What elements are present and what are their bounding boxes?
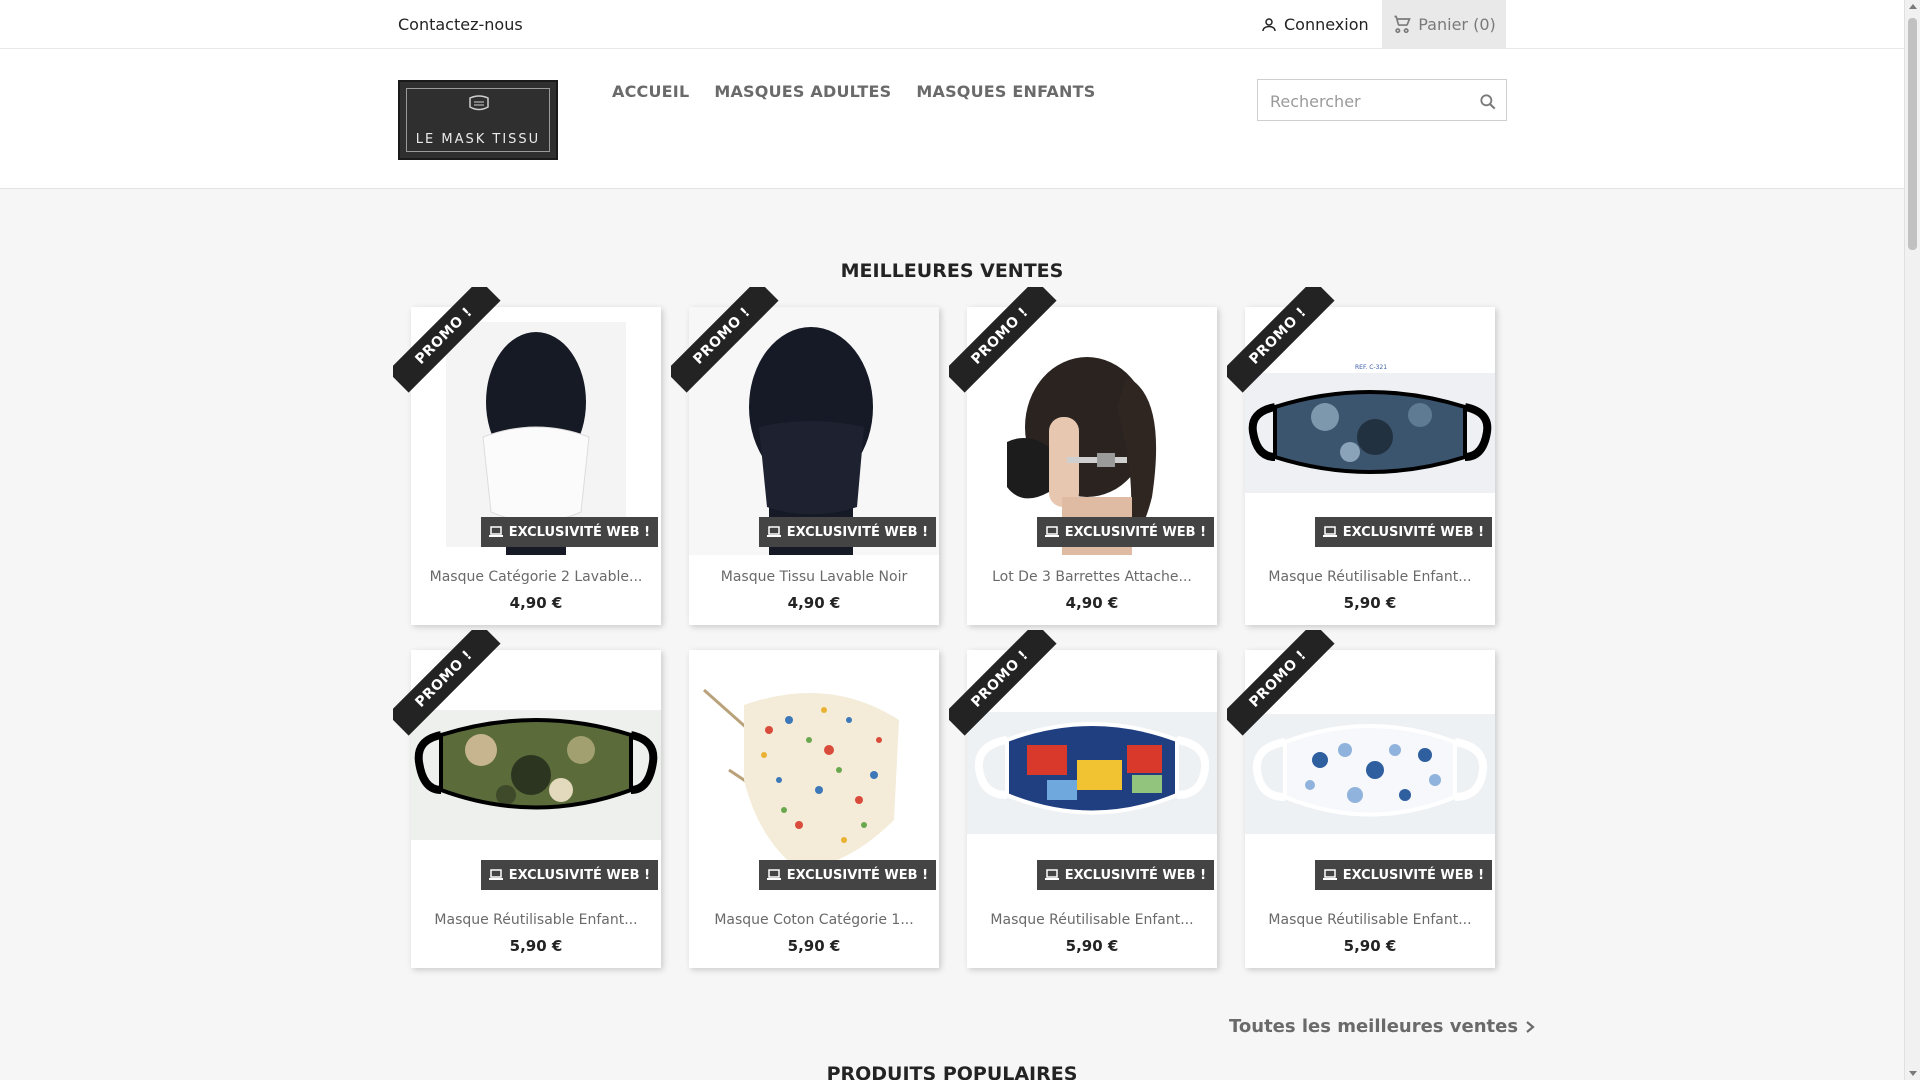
laptop-icon: [1322, 869, 1337, 880]
product-price: 5,90 €: [1343, 594, 1397, 612]
signin-label: Connexion: [1284, 15, 1369, 34]
popular-products-title: PRODUITS POPULAIRES: [826, 1063, 1078, 1080]
product-name[interactable]: Masque Catégorie 2 Lavable...: [411, 569, 661, 585]
product-card[interactable]: PROMO ! EXCLUSIVITÉ WEB ! Lot De 3 Barre…: [949, 287, 1217, 625]
laptop-icon: [766, 869, 781, 880]
product-card[interactable]: PROMO ! EXCLUSIVITÉ WEB ! Masque Réutili…: [949, 630, 1217, 968]
product-name[interactable]: Masque Réutilisable Enfant...: [967, 912, 1217, 928]
shopping-cart-icon: [1394, 15, 1411, 34]
cart-button[interactable]: Panier (0): [1382, 0, 1506, 48]
product-price: 4,90 €: [1065, 594, 1119, 612]
product-name[interactable]: Masque Réutilisable Enfant...: [1245, 912, 1495, 928]
logo-text: LE MASK TISSU: [415, 132, 541, 147]
menu-item-masques-enfants[interactable]: MASQUES ENFANTS: [916, 82, 1095, 101]
image-caption: REF. C-321: [1355, 364, 1387, 371]
product-name[interactable]: Masque Tissu Lavable Noir: [689, 569, 939, 585]
product-card[interactable]: REF. C-321 PROMO ! EXCLUSIVITÉ WEB ! Mas…: [1227, 287, 1495, 625]
page: Contactez-nous Connexion Panier (0) LE M…: [0, 0, 1904, 1080]
product-card[interactable]: PROMO ! EXCLUSIVITÉ WEB ! Masque Réutili…: [1227, 630, 1495, 968]
product-price: 5,90 €: [787, 937, 841, 955]
all-bestsellers-link[interactable]: Toutes les meilleures ventes: [1229, 1016, 1536, 1037]
all-bestsellers-label: Toutes les meilleures ventes: [1229, 1016, 1519, 1037]
product-name[interactable]: Lot De 3 Barrettes Attache...: [967, 569, 1217, 585]
web-exclusive-badge: EXCLUSIVITÉ WEB !: [1036, 517, 1214, 547]
laptop-icon: [766, 526, 781, 537]
scroll-up-arrow-icon[interactable]: [1909, 4, 1917, 9]
menu-item-accueil[interactable]: ACCUEIL: [612, 82, 689, 101]
search-input[interactable]: [1268, 88, 1472, 114]
product-name[interactable]: Masque Réutilisable Enfant...: [1245, 569, 1495, 585]
product-card[interactable]: PROMO ! EXCLUSIVITÉ WEB ! Masque Catégor…: [393, 287, 661, 625]
web-exclusive-badge: EXCLUSIVITÉ WEB !: [1036, 860, 1214, 890]
scroll-down-arrow-icon[interactable]: [1909, 1071, 1917, 1076]
vertical-scrollbar[interactable]: [1904, 0, 1920, 1080]
user-icon: [1262, 17, 1276, 31]
product-card[interactable]: EXCLUSIVITÉ WEB ! Masque Coton Catégorie…: [689, 650, 939, 968]
laptop-icon: [488, 526, 503, 537]
web-exclusive-badge: EXCLUSIVITÉ WEB !: [480, 860, 658, 890]
bestsellers-title: MEILLEURES VENTES: [840, 260, 1064, 282]
laptop-icon: [488, 869, 503, 880]
laptop-icon: [1322, 526, 1337, 537]
web-exclusive-badge: EXCLUSIVITÉ WEB !: [758, 517, 936, 547]
contact-link[interactable]: Contactez-nous: [398, 15, 523, 34]
web-exclusive-badge: EXCLUSIVITÉ WEB !: [480, 517, 658, 547]
chevron-right-icon: [1526, 1020, 1535, 1033]
menu-item-masques-adultes[interactable]: MASQUES ADULTES: [714, 82, 891, 101]
laptop-icon: [1044, 526, 1059, 537]
product-card[interactable]: PROMO ! EXCLUSIVITÉ WEB ! Masque Tissu L…: [671, 287, 939, 625]
cart-label: Panier (0): [1418, 14, 1496, 34]
product-card[interactable]: PROMO ! EXCLUSIVITÉ WEB ! Masque Réutili…: [393, 630, 661, 968]
main-menu: ACCUEIL MASQUES ADULTES MASQUES ENFANTS: [612, 82, 1095, 101]
web-exclusive-badge: EXCLUSIVITÉ WEB !: [758, 860, 936, 890]
product-price: 5,90 €: [1065, 937, 1119, 955]
product-price: 4,90 €: [509, 594, 563, 612]
header: LE MASK TISSU ACCUEIL MASQUES ADULTES MA…: [0, 49, 1904, 189]
product-name[interactable]: Masque Coton Catégorie 1...: [689, 912, 939, 928]
product-name[interactable]: Masque Réutilisable Enfant...: [411, 912, 661, 928]
product-price: 4,90 €: [787, 594, 841, 612]
web-exclusive-badge: EXCLUSIVITÉ WEB !: [1314, 517, 1492, 547]
laptop-icon: [1044, 869, 1059, 880]
mask-logo-icon: [469, 95, 489, 111]
product-price: 5,90 €: [1343, 937, 1397, 955]
product-grid: PROMO ! EXCLUSIVITÉ WEB ! Masque Catégor…: [393, 287, 1495, 968]
signin-link[interactable]: Connexion: [1260, 15, 1369, 34]
web-exclusive-badge: EXCLUSIVITÉ WEB !: [1314, 860, 1492, 890]
top-nav: Contactez-nous Connexion Panier (0): [0, 0, 1904, 49]
product-price: 5,90 €: [509, 937, 563, 955]
search-box: [1257, 79, 1507, 121]
scrollbar-thumb[interactable]: [1908, 18, 1917, 250]
logo[interactable]: LE MASK TISSU: [398, 80, 558, 160]
search-icon[interactable]: [1478, 92, 1498, 112]
